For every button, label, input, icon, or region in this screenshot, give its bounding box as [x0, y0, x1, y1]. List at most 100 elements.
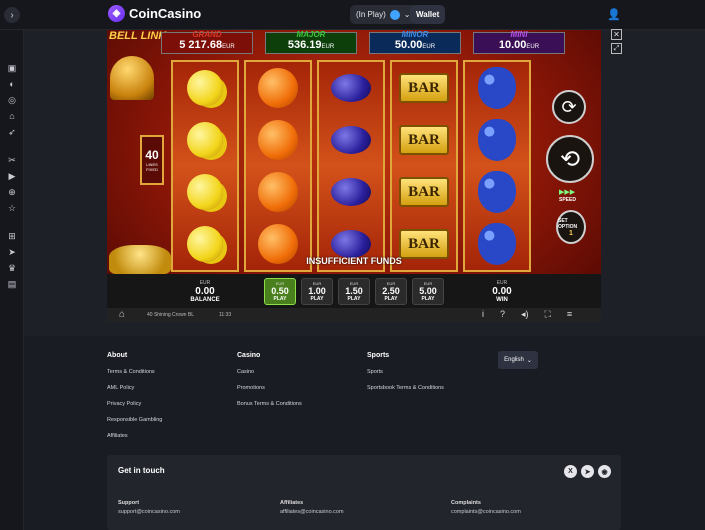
footer-about: About Terms & Conditions AML Policy Privac…	[107, 352, 162, 449]
telegram-icon[interactable]: ➤	[6, 247, 18, 257]
gift-icon[interactable]: ⊞	[6, 231, 18, 241]
footer-casino-heading: Casino	[237, 352, 261, 359]
logo-text: CoinCasino	[129, 6, 202, 21]
set-option-label: SET OPTION	[558, 217, 578, 230]
complaints-email[interactable]: complaints@coincasino.com	[451, 509, 521, 515]
orange-icon	[258, 224, 298, 264]
bar-symbol: BAR	[399, 170, 449, 214]
footer-link[interactable]: Sportsbook Terms & Conditions	[367, 385, 444, 391]
contact-affiliates: Affiliates affiliates@coincasino.com	[280, 500, 344, 515]
user-menu-icon[interactable]: 👤	[607, 8, 621, 21]
lemon-symbol	[180, 66, 230, 110]
lines-number: 40	[145, 148, 159, 162]
language-value: English	[504, 357, 524, 363]
jackpot-name: MINI	[510, 30, 528, 39]
balance-label: BALANCE	[190, 297, 220, 303]
bet-label: PLAY	[273, 296, 287, 302]
jackpot-bar: GRAND 5 217.68EUR MAJOR 536.19EUR MINOR 50.00…	[161, 30, 565, 54]
sound-icon[interactable]: ◂)	[521, 309, 529, 320]
footer-link[interactable]: AML Policy	[107, 385, 162, 391]
sidebar-toggle-button[interactable]: ›	[4, 7, 20, 23]
rocket-icon[interactable]: ➶	[6, 127, 18, 137]
orange-symbol	[253, 66, 303, 110]
footer-link[interactable]: Affiliates	[107, 433, 162, 439]
help-icon[interactable]: ?	[500, 309, 505, 320]
bet-button[interactable]: EUR 1.00 PLAY	[301, 278, 333, 305]
menu-icon[interactable]: ≡	[567, 309, 572, 320]
grapes-symbol	[472, 118, 522, 162]
footer-link[interactable]: Sports	[367, 369, 444, 375]
info-icon[interactable]: i	[482, 309, 484, 320]
logo[interactable]: ◈ CoinCasino	[108, 5, 201, 22]
expand-game-icon[interactable]: ⤢	[611, 43, 622, 54]
contact-support: Support support@coincasino.com	[118, 500, 180, 515]
slots-icon[interactable]: ✂	[6, 155, 18, 165]
set-option-value: 1	[569, 229, 573, 237]
footer-link[interactable]: Terms & Conditions	[107, 369, 162, 375]
currency-icon	[389, 9, 400, 20]
spin-button[interactable]: ⟲	[546, 135, 594, 183]
lemon-icon	[187, 226, 223, 262]
game-clock: 11:33	[219, 312, 232, 318]
plum-icon	[331, 230, 371, 258]
language-select[interactable]: English ⌄	[498, 351, 538, 369]
support-email[interactable]: support@coincasino.com	[118, 509, 180, 515]
footer-link[interactable]: Privacy Policy	[107, 401, 162, 407]
plum-icon	[331, 126, 371, 154]
telegram-icon[interactable]: ➤	[581, 465, 594, 478]
lemon-icon	[187, 174, 223, 210]
slot-game[interactable]: BELL LINK GRAND 5 217.68EUR MAJOR 536.19EUR…	[107, 30, 601, 322]
bet-button[interactable]: EUR 1.50 PLAY	[338, 278, 370, 305]
x-icon[interactable]: X	[564, 465, 577, 478]
footer-link[interactable]: Promotions	[237, 385, 302, 391]
bet-button[interactable]: EUR 2.50 PLAY	[375, 278, 407, 305]
discord-icon[interactable]: ◉	[598, 465, 611, 478]
jackpot-name: MINOR	[401, 30, 429, 39]
footer-link[interactable]: Bonus Terms & Conditions	[237, 401, 302, 407]
speed-button[interactable]: ▶▶▶	[559, 188, 575, 196]
autoplay-button[interactable]: ⟳	[552, 90, 586, 124]
support-chat-icon[interactable]: ▤	[6, 279, 18, 289]
sports-icon[interactable]: ◎	[6, 95, 18, 105]
orange-icon	[258, 68, 298, 108]
plum-symbol	[326, 118, 376, 162]
live-icon[interactable]: ⊕	[6, 187, 18, 197]
jackpot-minor: MINOR 50.00EUR	[369, 30, 461, 54]
bet-button[interactable]: EUR 5.00 PLAY	[412, 278, 444, 305]
orange-icon	[258, 120, 298, 160]
home-icon[interactable]: ⌂	[119, 309, 125, 320]
bet-button[interactable]: EUR 0.50 PLAY	[264, 278, 296, 305]
jackpot-grand: GRAND 5 217.68EUR	[161, 30, 253, 54]
bet-value: 0.50	[271, 286, 289, 296]
bet-label: PLAY	[310, 296, 324, 302]
affiliates-email[interactable]: affiliates@coincasino.com	[280, 509, 344, 515]
insufficient-funds-message: INSUFFICIENT FUNDS	[306, 256, 402, 266]
bar-icon: BAR	[399, 177, 449, 207]
fullscreen-icon[interactable]: ⛶	[545, 309, 551, 320]
live-casino-icon[interactable]: ◐	[6, 79, 18, 89]
vip-icon[interactable]: ♛	[6, 263, 18, 273]
favorites-icon[interactable]: ☆	[6, 203, 18, 213]
grapes-icon	[478, 67, 516, 109]
reels: BAR BAR BAR BAR	[171, 60, 531, 272]
close-game-icon[interactable]: ✕	[611, 29, 622, 40]
jackpot-value: 10.00EUR	[498, 39, 540, 51]
lobby-icon[interactable]: ⌂	[6, 111, 18, 121]
bet-label: PLAY	[384, 296, 398, 302]
reel-4: BAR BAR BAR BAR	[390, 60, 458, 272]
lines-indicator: 40 LINES FIXED	[140, 135, 164, 185]
game-hud: EUR 0.00 BALANCE EUR 0.50 PLAY EUR 1.00 PLAY E…	[107, 274, 601, 308]
footer-link[interactable]: Casino	[237, 369, 302, 375]
balance-selector[interactable]: (In Play) ⌄	[350, 5, 417, 24]
play-icon[interactable]: ▶	[6, 171, 18, 181]
bar-icon: BAR	[399, 125, 449, 155]
bet-value: 5.00	[419, 286, 437, 296]
wallet-button[interactable]: Wallet	[410, 5, 446, 24]
casino-icon[interactable]: ▣	[6, 63, 18, 73]
set-option-button[interactable]: SET OPTION 1	[556, 210, 586, 244]
bar-icon: BAR	[399, 73, 449, 103]
lemon-symbol	[180, 118, 230, 162]
footer-link[interactable]: Responsible Gambling	[107, 417, 162, 423]
reel-3	[317, 60, 385, 272]
lines-text: LINES FIXED	[146, 162, 158, 172]
